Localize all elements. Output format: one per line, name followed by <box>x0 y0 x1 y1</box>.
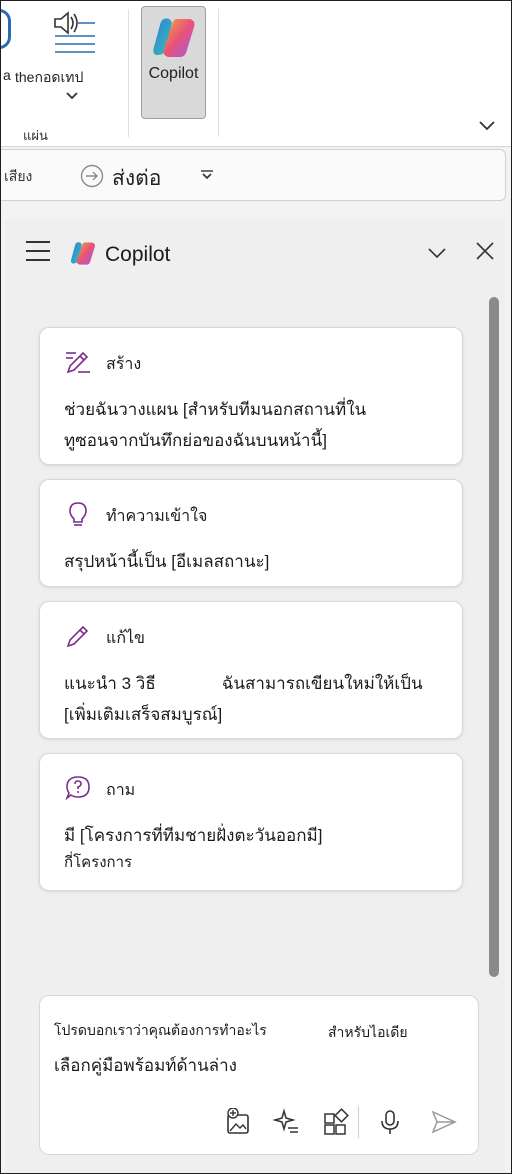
add-image-icon[interactable] <box>224 1108 252 1136</box>
read-aloud-label[interactable]: theกอดเทป <box>15 67 83 89</box>
card-body-line: แนะนำ 3 วิธี ฉันสามารถเขียนใหม่ให้เป็น <box>64 674 423 693</box>
card-body: แนะนำ 3 วิธี ฉันสามารถเขียนใหม่ให้เป็น [… <box>64 668 444 730</box>
prompt-card-create[interactable]: สร้าง ช่วยฉันวางแผน [สำหรับทีมนอกสถานที่… <box>39 327 463 465</box>
card-title: ถาม <box>106 782 136 799</box>
forward-dropdown-icon[interactable] <box>200 170 214 180</box>
scrollbar-thumb[interactable] <box>489 297 499 977</box>
card-body-line: ช่วยฉันวางแผน [สำหรับทีมนอกสถานที่ใน <box>64 400 367 419</box>
input-placeholder-part2: สำหรับไอเดีย <box>328 1024 408 1040</box>
card-title: แก้ไข <box>106 630 145 647</box>
chevron-down-icon[interactable] <box>65 91 79 101</box>
ribbon-expand-chevron-icon[interactable] <box>478 119 496 133</box>
copilot-button-label: Copilot <box>148 65 199 82</box>
prompt-card-understand[interactable]: ทำความเข้าใจ สรุปหน้านี้เป็น [อีเมลสถานะ… <box>39 479 463 587</box>
card-body-line: มี [โครงการที่ทีมชายฝั่งตะวันออกมี] <box>64 826 323 845</box>
copilot-logo-icon <box>70 242 95 265</box>
copilot-logo-icon <box>153 18 195 57</box>
card-title: สร้าง <box>106 356 142 373</box>
input-placeholder-line2: เลือกคู่มือพร้อมท์ด้านล่าง <box>54 1056 237 1075</box>
card-body-line: สรุปหน้านี้เป็น [อีเมลสถานะ] <box>64 552 270 571</box>
card-body-line: ทูซอนจากบันทึกย่อของฉันบนหน้านี้] <box>64 431 327 450</box>
forward-button-label[interactable]: ส่งต่อ <box>112 162 161 195</box>
copilot-pane: Copilot สร้าง ช่วยฉันวางแผน [สำหรับทีมนอ <box>5 219 505 1173</box>
scrollbar[interactable] <box>489 297 499 977</box>
card-body: ช่วยฉันวางแผน [สำหรับทีมนอกสถานที่ใน ทูซ… <box>64 394 444 456</box>
pencil-icon <box>66 625 89 648</box>
microphone-icon[interactable] <box>376 1108 404 1136</box>
lightbulb-icon <box>69 502 87 526</box>
card-title: ทำความเข้าใจ <box>106 508 208 525</box>
sound-label[interactable]: เสียง <box>4 166 32 188</box>
send-icon[interactable] <box>430 1108 458 1136</box>
prompt-sparkle-icon[interactable] <box>272 1108 300 1136</box>
ribbon-divider <box>218 9 219 137</box>
input-divider <box>358 1106 359 1138</box>
pencil-sparkle-icon <box>66 351 90 374</box>
card-body: มี [โครงการที่ทีมชายฝั่งตะวันออกมี] กี่โ… <box>64 820 444 875</box>
card-body: สรุปหน้านี้เป็น [อีเมลสถานะ] <box>64 546 444 577</box>
ribbon-partial-label: a <box>3 67 11 83</box>
card-body-line: กี่โครงการ <box>64 854 133 871</box>
question-bubble-icon <box>65 776 90 801</box>
input-placeholder-part1: โปรดบอกเราว่าคุณต้องการทำอะไร <box>54 1022 267 1038</box>
read-aloud-icon[interactable] <box>51 9 97 55</box>
menu-icon[interactable] <box>26 241 50 261</box>
ribbon-divider <box>128 9 129 137</box>
apps-grid-icon[interactable] <box>322 1108 350 1136</box>
prompt-card-edit[interactable]: แก้ไข แนะนำ 3 วิธี ฉันสามารถเขียนใหม่ให้… <box>39 601 463 739</box>
copilot-ribbon-button[interactable]: Copilot <box>141 6 206 119</box>
dictate-mic-icon[interactable] <box>1 9 11 49</box>
prompt-input[interactable]: โปรดบอกเราว่าคุณต้องการทำอะไร สำหรับไอเด… <box>39 995 479 1155</box>
close-icon[interactable] <box>475 241 495 261</box>
ribbon-group-label: แผ่น <box>23 128 48 143</box>
forward-arrow-icon[interactable] <box>80 164 104 188</box>
ribbon: a theกอดเทป แผ่น Copilot <box>1 1 511 147</box>
pane-title: Copilot <box>105 243 171 266</box>
chevron-down-icon[interactable] <box>427 247 447 259</box>
app-frame: a theกอดเทป แผ่น Copilot เสียง ส่งต่อ Co… <box>0 0 512 1174</box>
card-body-line: [เพิ่มเติมเสร็จสมบูรณ์] <box>64 705 223 724</box>
toolbar-strip: เสียง ส่งต่อ <box>1 149 506 201</box>
copilot-pane-header: Copilot <box>5 219 505 289</box>
prompt-card-ask[interactable]: ถาม มี [โครงการที่ทีมชายฝั่งตะวันออกมี] … <box>39 753 463 891</box>
